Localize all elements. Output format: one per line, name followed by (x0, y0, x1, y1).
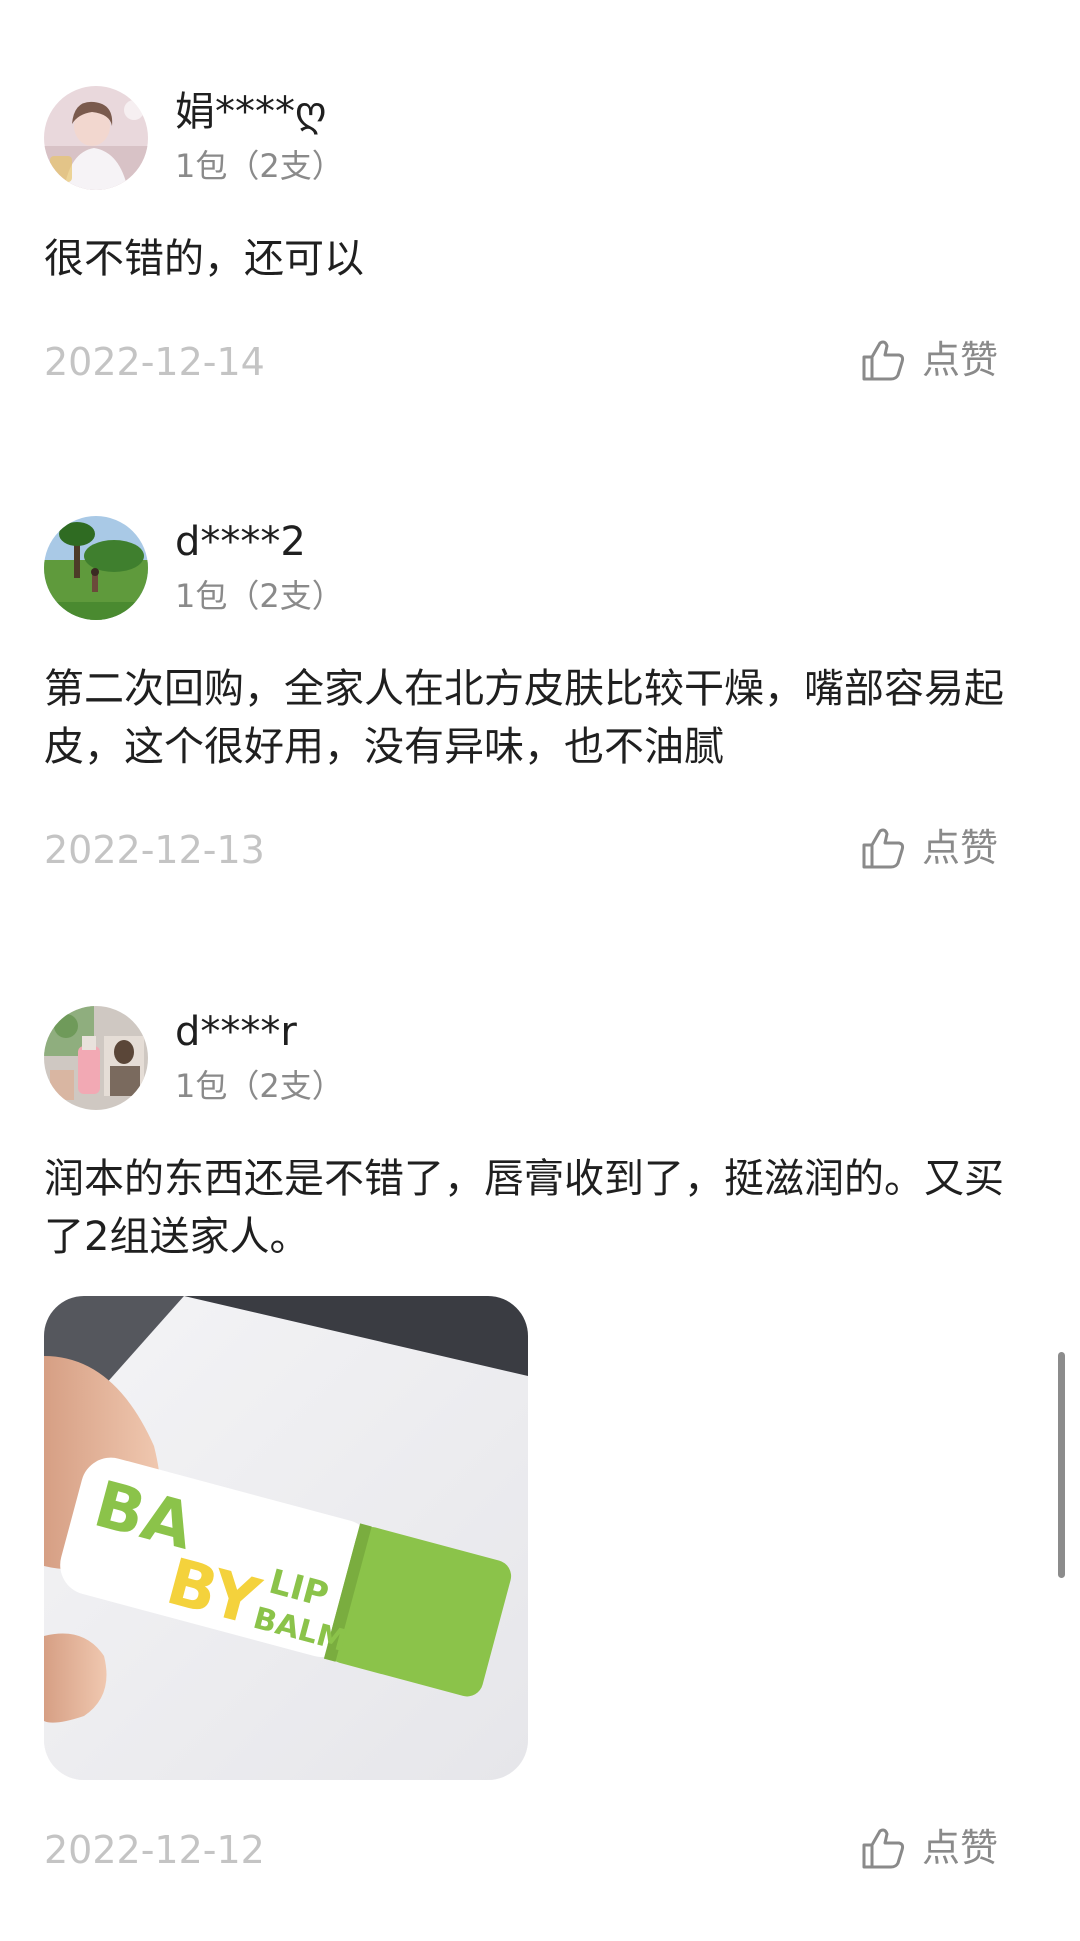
thumbs-up-icon (862, 1828, 905, 1869)
like-button[interactable]: 点赞 (860, 824, 998, 872)
like-button[interactable]: 点赞 (860, 1824, 998, 1872)
avatar[interactable] (44, 1006, 148, 1110)
review-date: 2022-12-12 (44, 1828, 265, 1872)
username: 娟****ღ (175, 89, 327, 135)
like-label: 点赞 (922, 826, 999, 870)
like-button[interactable]: 点赞 (860, 336, 998, 384)
review-date: 2022-12-13 (44, 828, 265, 872)
like-label: 点赞 (922, 1826, 999, 1870)
username: d****2 (175, 519, 306, 565)
review-photo[interactable]: BA BY LIP BALM (44, 1296, 528, 1780)
variant-label: 1包（2支） (175, 577, 344, 615)
variant-label: 1包（2支） (175, 147, 344, 185)
thumbs-up-icon (862, 340, 905, 381)
avatar[interactable] (44, 86, 148, 190)
thumbs-up-icon (862, 828, 905, 869)
review-date: 2022-12-14 (44, 340, 265, 384)
scrollbar[interactable] (1058, 1352, 1065, 1578)
review-content: 润本的东西还是不错了，唇膏收到了，挺滋润的。又买了2组送家人。 (44, 1156, 1004, 1260)
avatar[interactable] (44, 516, 148, 620)
variant-label: 1包（2支） (175, 1067, 344, 1105)
review-content: 第二次回购，全家人在北方皮肤比较干燥，嘴部容易起皮，这个很好用，没有异味，也不油… (44, 666, 1004, 770)
review-content: 很不错的，还可以 (44, 236, 364, 282)
like-label: 点赞 (922, 338, 999, 382)
username: d****r (175, 1009, 297, 1055)
